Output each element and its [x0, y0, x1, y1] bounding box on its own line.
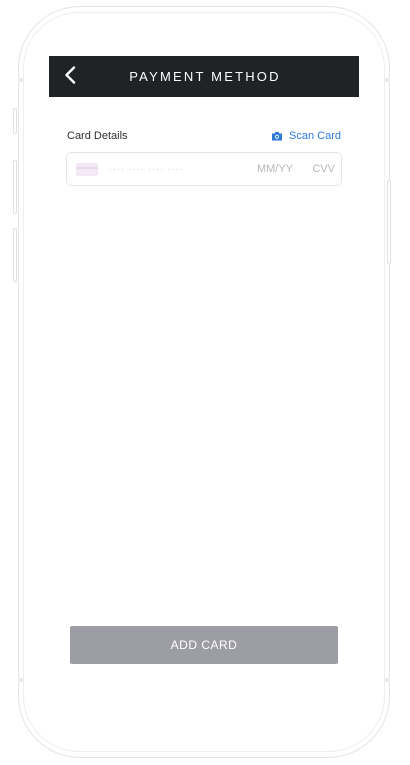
card-details-label: Card Details [67, 130, 128, 142]
credit-card-icon [76, 163, 98, 176]
volume-down-button [13, 228, 17, 282]
antenna-band [18, 678, 24, 682]
scan-card-button[interactable]: Scan Card [271, 130, 341, 142]
expiry-field[interactable] [243, 161, 293, 177]
antenna-band [384, 678, 390, 682]
scan-card-label: Scan Card [289, 130, 341, 142]
mute-switch [13, 108, 17, 134]
page-title: PAYMENT METHOD [129, 69, 281, 84]
antenna-band [18, 78, 24, 82]
camera-icon [271, 131, 283, 141]
card-number-field[interactable] [109, 161, 219, 177]
antenna-band [384, 78, 390, 82]
card-input[interactable] [66, 152, 342, 186]
card-details-row: Card Details Scan Card [67, 128, 341, 144]
volume-up-button [13, 160, 17, 214]
chevron-left-icon [64, 65, 76, 89]
cvv-field[interactable] [305, 161, 335, 177]
back-button[interactable] [57, 64, 83, 90]
power-button [387, 180, 391, 264]
screen: PAYMENT METHOD Card Details Scan Card AD… [49, 56, 359, 686]
add-card-button[interactable]: ADD CARD [70, 626, 338, 664]
app-header: PAYMENT METHOD [49, 56, 359, 97]
